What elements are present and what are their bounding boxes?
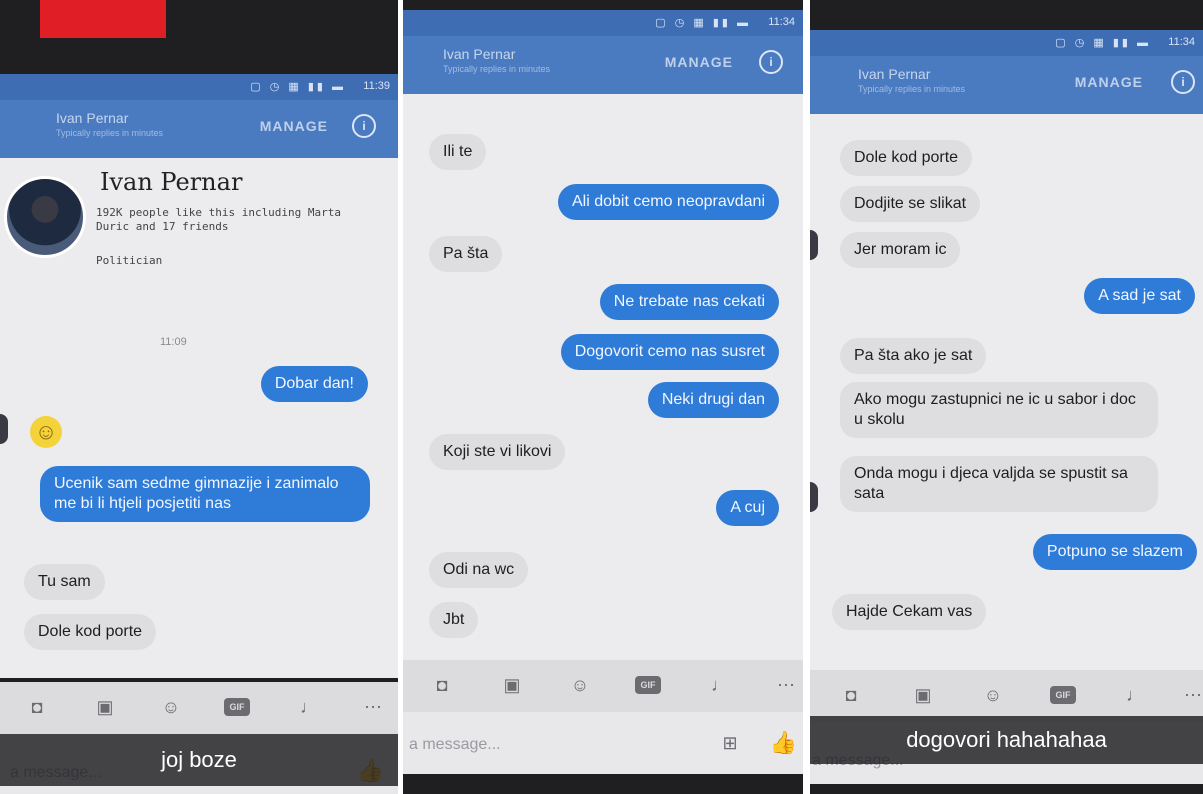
app-header: Ivan Pernar Typically replies in minutes… — [403, 36, 803, 94]
message-bubble-incoming[interactable]: Pa šta ako je sat — [840, 338, 987, 374]
status-icons: ▢ ◷ ▦ ▮▮ ▬ — [1055, 37, 1151, 49]
message-bubble-incoming[interactable]: Koji ste vi likovi — [429, 434, 566, 470]
message-input[interactable]: a message... — [409, 736, 501, 754]
status-time: 11:39 — [363, 80, 390, 92]
chat-area: Ivan Pernar 192K people like this includ… — [0, 158, 398, 678]
microphone-icon[interactable]: ♩ — [298, 696, 320, 718]
status-bar: ▢ ◷ ▦ ▮▮ ▬ 11:39 — [0, 74, 398, 100]
status-bar: ▢ ◷ ▦ ▮▮ ▬ 11:34 — [810, 30, 1203, 56]
status-time: 11:34 — [1168, 36, 1195, 48]
image-icon[interactable]: ▣ — [94, 696, 116, 718]
image-icon[interactable]: ▣ — [912, 684, 934, 706]
contact-status: Typically replies in minutes — [858, 84, 966, 94]
message-bubble-incoming[interactable]: Ili te — [429, 134, 487, 170]
red-tag-graphic — [40, 0, 166, 38]
photo-caption: dogovori hahahahaa — [810, 716, 1203, 764]
screenshot-photo-2: ▢ ◷ ▦ ▮▮ ▬ 11:34 Ivan Pernar Typically r… — [403, 0, 803, 794]
status-icons: ▢ ◷ ▦ ▮▮ ▬ — [250, 81, 346, 93]
info-icon[interactable]: i — [759, 50, 783, 74]
message-timestamp: 11:09 — [160, 336, 187, 348]
message-bubble-outgoing[interactable]: Ucenik sam sedme gimnazije i zanimalo me… — [40, 466, 370, 522]
camera-icon[interactable]: ◘ — [431, 674, 453, 696]
info-icon[interactable]: i — [352, 114, 376, 138]
contact-status: Typically replies in minutes — [443, 64, 551, 74]
photo-caption: joj boze — [0, 734, 398, 786]
page-profile-card: Ivan Pernar 192K people like this includ… — [0, 168, 398, 288]
more-icon[interactable]: ⋯ — [775, 674, 797, 696]
image-icon[interactable]: ▣ — [501, 674, 523, 696]
message-bubble-outgoing[interactable]: Ne trebate nas cekati — [599, 284, 779, 320]
chat-area: Dole kod porte Dodjite se slikat Jer mor… — [810, 114, 1203, 670]
message-bubble-incoming[interactable]: Tu sam — [24, 564, 105, 600]
contact-name[interactable]: Ivan Pernar — [56, 110, 128, 126]
microphone-icon[interactable]: ♩ — [709, 674, 731, 696]
camera-icon[interactable]: ◘ — [26, 696, 48, 718]
info-icon[interactable]: i — [1171, 70, 1195, 94]
message-bubble-outgoing[interactable]: Potpuno se slazem — [1032, 534, 1197, 570]
message-bubble-outgoing[interactable]: A sad je sat — [1084, 278, 1195, 314]
message-bubble-incoming[interactable]: Ako mogu zastupnici ne ic u sabor i doc … — [840, 382, 1158, 438]
message-bubble-outgoing[interactable]: Ali dobit cemo neopravdani — [557, 184, 779, 220]
profile-category: Politician — [96, 254, 163, 267]
message-bubble-incoming[interactable]: Dole kod porte — [840, 140, 973, 176]
message-bubble-outgoing[interactable]: Dobar dan! — [260, 366, 368, 402]
manage-button[interactable]: MANAGE — [665, 54, 733, 70]
incoming-avatar-edge — [0, 414, 8, 444]
manage-button[interactable]: MANAGE — [1075, 74, 1143, 90]
microphone-icon[interactable]: ♩ — [1124, 684, 1146, 706]
composer-toolbar: ◘ ▣ ☺ GIF ♩ ⋯ — [0, 682, 398, 734]
message-bubble-incoming[interactable]: Jbt — [429, 602, 479, 638]
more-icon[interactable]: ⋯ — [1182, 684, 1203, 706]
gif-icon[interactable]: GIF — [1050, 686, 1076, 704]
message-bubble-incoming[interactable]: Dodjite se slikat — [840, 186, 981, 222]
incoming-avatar-edge — [810, 230, 818, 260]
status-time: 11:34 — [768, 16, 795, 28]
message-bubble-incoming[interactable]: Jer moram ic — [840, 232, 961, 268]
message-bubble-outgoing[interactable]: Neki drugi dan — [647, 382, 779, 418]
camera-icon[interactable]: ◘ — [840, 684, 862, 706]
status-bar: ▢ ◷ ▦ ▮▮ ▬ 11:34 — [403, 10, 803, 36]
emoji-icon[interactable]: ☺ — [160, 696, 182, 718]
screenshot-photo-3: ▢ ◷ ▦ ▮▮ ▬ 11:34 Ivan Pernar Typically r… — [810, 0, 1203, 794]
profile-likes: 192K people like this including Marta Du… — [96, 206, 342, 233]
incoming-avatar-edge — [810, 482, 818, 512]
thumbs-up-icon[interactable]: 👍 — [770, 730, 797, 756]
screenshot-photo-1: ▢ ◷ ▦ ▮▮ ▬ 11:39 Ivan Pernar Typically r… — [0, 0, 398, 794]
message-bubble-incoming[interactable]: Pa šta — [429, 236, 503, 272]
message-bubble-outgoing[interactable]: A cuj — [716, 490, 779, 526]
composer-toolbar: ◘ ▣ ☺ GIF ♩ ⋯ — [810, 670, 1203, 722]
manage-button[interactable]: MANAGE — [260, 118, 328, 134]
message-bubble-outgoing[interactable]: Dogovorit cemo nas susret — [560, 334, 779, 370]
status-icons: ▢ ◷ ▦ ▮▮ ▬ — [655, 17, 751, 29]
avatar[interactable] — [4, 176, 86, 258]
message-bubble-incoming[interactable]: Onda mogu i djeca valjda se spustit sa s… — [840, 456, 1158, 512]
composer-toolbar: ◘ ▣ ☺ GIF ♩ ⋯ — [403, 660, 803, 712]
qr-code-icon[interactable]: ⊞ — [719, 732, 741, 754]
contact-name[interactable]: Ivan Pernar — [858, 66, 930, 82]
message-input-bar[interactable]: a message... ⊞ 👍 — [403, 712, 803, 774]
message-bubble-incoming[interactable]: Hajde Cekam vas — [832, 594, 987, 630]
app-header: Ivan Pernar Typically replies in minutes… — [0, 100, 398, 158]
contact-status: Typically replies in minutes — [56, 128, 164, 138]
message-bubble-incoming[interactable]: Odi na wc — [429, 552, 529, 588]
chat-area: Ili te Ali dobit cemo neopravdani Pa šta… — [403, 94, 803, 660]
app-header: Ivan Pernar Typically replies in minutes… — [810, 56, 1203, 114]
emoji-icon[interactable]: ☺ — [569, 674, 591, 696]
emoji-icon[interactable]: ☺ — [982, 684, 1004, 706]
gif-icon[interactable]: GIF — [635, 676, 661, 694]
profile-name: Ivan Pernar — [100, 168, 243, 196]
gif-icon[interactable]: GIF — [224, 698, 250, 716]
smiley-icon[interactable]: ☺ — [30, 416, 62, 448]
contact-name[interactable]: Ivan Pernar — [443, 46, 515, 62]
message-bubble-incoming[interactable]: Dole kod porte — [24, 614, 157, 650]
more-icon[interactable]: ⋯ — [362, 696, 384, 718]
